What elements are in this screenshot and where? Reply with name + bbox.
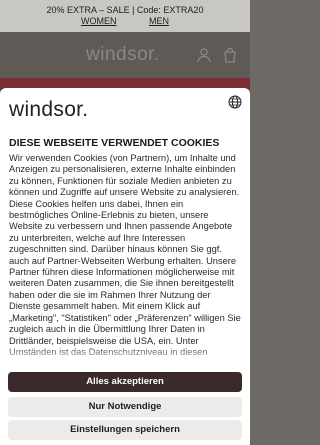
accept-all-button[interactable]: Alles akzeptieren [8,372,242,392]
save-settings-button[interactable]: Einstellungen speichern [8,420,242,440]
modal-title: DIESE WEBSEITE VERWENDET COOKIES [9,137,220,149]
site-logo[interactable]: windsor. [86,44,160,66]
promo-bar: 20% EXTRA – SALE | Code: EXTRA20 WOMEN M… [0,0,250,32]
modal-body-text: Wir verwenden Cookies (von Partnern), um… [9,153,241,357]
promo-text: 20% EXTRA – SALE | Code: EXTRA20 [46,5,204,15]
text-fade [0,345,250,365]
modal-logo: windsor. [9,98,89,121]
user-icon[interactable] [196,47,212,63]
necessary-only-button[interactable]: Nur Notwendige [8,397,242,417]
globe-icon[interactable] [228,95,242,109]
bag-icon[interactable] [222,47,238,63]
promo-women-link[interactable]: WOMEN [81,16,117,26]
promo-men-link[interactable]: MEN [149,16,169,26]
